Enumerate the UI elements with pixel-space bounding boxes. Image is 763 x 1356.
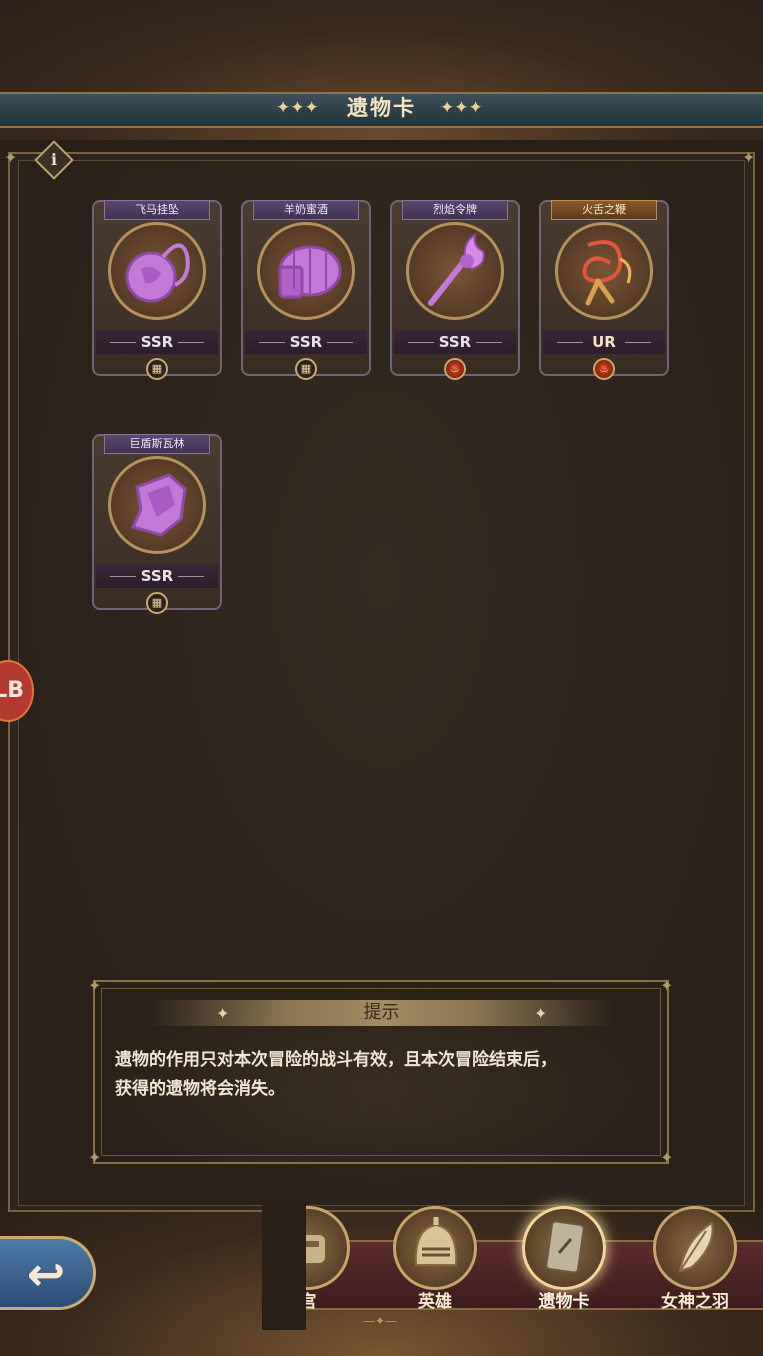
corner-star-icon: ✦ [4, 148, 18, 167]
corner-star-icon: ✦ [742, 148, 756, 167]
nav-item-relic-cards[interactable]: 遗物卡 [518, 1206, 610, 1322]
flame-token-icon [428, 233, 485, 306]
relic-rarity: SSR [289, 333, 323, 351]
relic-rarity: SSR [438, 333, 472, 351]
fire-whip-icon [582, 240, 632, 306]
relic-disc [406, 222, 504, 320]
helmet-icon[interactable] [393, 1206, 477, 1290]
relic-rarity: SSR [140, 333, 174, 351]
relic-card[interactable]: 羊奶蜜酒 SSR ▦ [241, 186, 371, 380]
pendant-icon [125, 243, 190, 303]
relic-card[interactable]: 火舌之鞭 UR ♨ [539, 186, 669, 380]
grid-icon: ▦ [146, 592, 168, 614]
nav-overflow-mask [262, 1200, 306, 1330]
relic-disc [108, 222, 206, 320]
fire-icon: ♨ [593, 358, 615, 380]
relic-disc [257, 222, 355, 320]
nav-label: 女神之羽 [661, 1292, 729, 1312]
info-icon[interactable]: i [40, 146, 68, 174]
nav-item-heroes[interactable]: 英雄 [389, 1206, 481, 1322]
corner-star-icon: ✦ [88, 1148, 102, 1167]
relic-name: 烈焰令牌 [402, 200, 508, 220]
relic-card[interactable]: 烈焰令牌 SSR ♨ [390, 186, 520, 380]
feather-icon[interactable] [653, 1206, 737, 1290]
corner-star-icon: ✦ [88, 976, 102, 995]
fire-icon: ♨ [444, 358, 466, 380]
card-icon[interactable] [522, 1206, 606, 1290]
bottom-ornament: —✦— [362, 1314, 398, 1328]
page-title: 遗物卡 [347, 96, 416, 120]
shield-icon [130, 473, 187, 537]
relic-card[interactable]: 巨盾斯瓦林 SSR ▦ [92, 420, 222, 614]
relic-name: 飞马挂坠 [104, 200, 210, 220]
grid-icon: ▦ [146, 358, 168, 380]
corner-star-icon: ✦ [660, 1148, 674, 1167]
tip-title: 提示 [363, 1002, 400, 1023]
tip-line: 获得的遗物将会消失。 [115, 1079, 285, 1099]
relic-rarity: SSR [140, 567, 174, 585]
corner-star-icon: ✦ [660, 976, 674, 995]
title-deco-right: ✦✦✦ [440, 98, 483, 118]
nav-label: 遗物卡 [538, 1292, 590, 1312]
nav-item-goddess-feather[interactable]: 女神之羽 [649, 1206, 741, 1322]
back-arrow-icon[interactable]: ↩ [6, 1246, 86, 1302]
relic-card[interactable]: 飞马挂坠 SSR ▦ [92, 186, 222, 380]
relic-disc [108, 456, 206, 554]
tip-text: 遗物的作用只对本次冒险的战斗有效，且本次冒险结束后， 获得的遗物将会消失。 [115, 1046, 655, 1104]
relic-disc [555, 222, 653, 320]
tip-line: 遗物的作用只对本次冒险的战斗有效，且本次冒险结束后， [115, 1050, 557, 1070]
relic-name: 火舌之鞭 [551, 200, 657, 220]
relic-name: 巨盾斯瓦林 [104, 434, 210, 454]
relic-name: 羊奶蜜酒 [253, 200, 359, 220]
mead-barrel-icon [278, 245, 342, 299]
relic-rarity: UR [592, 333, 616, 351]
grid-icon: ▦ [295, 358, 317, 380]
nav-label: 英雄 [418, 1292, 452, 1312]
